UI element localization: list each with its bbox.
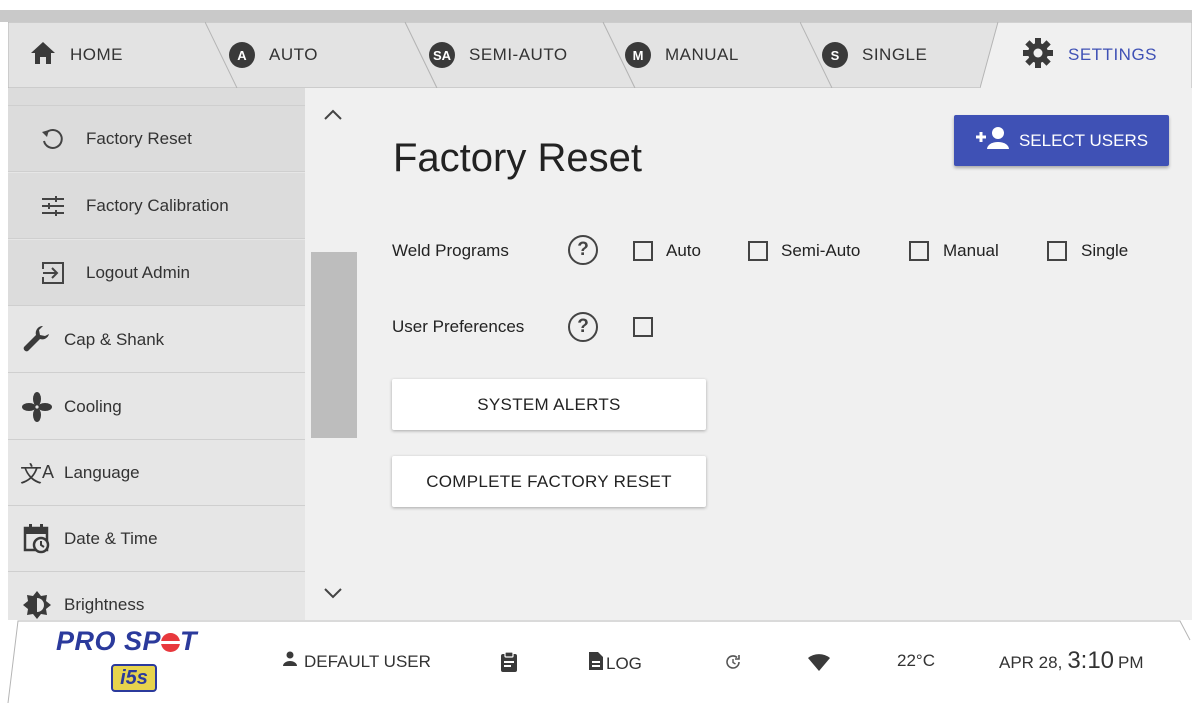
translate-icon: 文A [19, 461, 55, 487]
home-icon [30, 41, 56, 70]
brightness-icon [20, 588, 54, 621]
sidebar-item-label: Cooling [64, 396, 122, 416]
sidebar-item-date-time[interactable]: Date & Time [8, 506, 305, 572]
weld-manual-checkbox[interactable] [909, 241, 929, 261]
scrollbar-thumb[interactable] [311, 252, 357, 438]
tab-home-label: HOME [70, 45, 123, 64]
user-icon [282, 651, 298, 672]
weld-programs-help-icon[interactable]: ? [568, 235, 598, 265]
system-alerts-button[interactable]: SYSTEM ALERTS [392, 379, 706, 430]
i5s-logo: i5s [111, 664, 157, 692]
sidebar-item-label: Cap & Shank [64, 329, 165, 349]
weld-programs-label: Weld Programs [392, 241, 509, 260]
log-label: LOG [606, 653, 642, 673]
document-icon [588, 651, 604, 676]
wrench-icon [20, 323, 54, 357]
tab-settings-label: SETTINGS [1068, 45, 1158, 64]
ampm-label: PM [1118, 653, 1144, 672]
sidebar-item-language[interactable]: 文A Language [8, 440, 305, 506]
sidebar-item-logout-admin[interactable]: Logout Admin [8, 240, 305, 306]
select-users-label: SELECT USERS [1018, 130, 1149, 150]
auto-badge-icon: A [229, 42, 255, 68]
history-icon[interactable] [724, 653, 742, 676]
fan-icon [20, 390, 54, 424]
sidebar-item-label: Logout Admin [86, 262, 190, 282]
weld-semi-auto-label: Semi-Auto [781, 241, 861, 260]
log-button[interactable]: LOG [588, 651, 642, 676]
user-preferences-label: User Preferences [392, 317, 525, 336]
temperature: 22°C [897, 651, 935, 670]
weld-single-label: Single [1081, 241, 1129, 260]
status-bar: PRO SP T i5s DEFAULT USER LOG 22°C APR 28… [0, 620, 1192, 703]
tab-home[interactable]: HOME [8, 22, 238, 88]
add-user-icon [975, 126, 1011, 155]
sidebar-item-factory-reset[interactable]: Factory Reset [8, 106, 305, 172]
weld-manual-label: Manual [943, 241, 999, 260]
weld-auto-label: Auto [666, 241, 701, 260]
reset-icon [36, 122, 70, 156]
logo-dot-icon [161, 633, 181, 652]
settings-sidebar: Factory Reset Factory Calibration Logout… [8, 88, 305, 620]
manual-badge-icon: M [625, 42, 651, 68]
date-label: APR 28, [999, 653, 1063, 672]
page-title: Factory Reset [393, 136, 642, 180]
scroll-down-icon[interactable] [323, 586, 343, 604]
tab-auto-label: AUTO [269, 45, 318, 64]
single-badge-icon: S [822, 42, 848, 68]
gear-icon [1022, 37, 1054, 74]
tab-single-label: SINGLE [862, 45, 928, 64]
tab-bar: HOME A AUTO SA SEMI-AUTO M MANUAL S SING… [0, 0, 1192, 88]
tab-manual-label: MANUAL [665, 45, 739, 64]
date-time: APR 28, 3:10 PM [999, 647, 1144, 675]
sidebar-item-brightness[interactable]: Brightness [8, 572, 305, 620]
sidebar-item-label: Language [64, 462, 140, 482]
sidebar-item-partial[interactable] [8, 88, 305, 106]
tab-manual[interactable]: M MANUAL [603, 22, 833, 88]
sidebar-item-label: Factory Reset [86, 128, 192, 148]
factory-reset-panel: Factory Reset SELECT USERS Weld Programs… [363, 88, 1192, 620]
pro-spot-logo: PRO SP T [56, 626, 198, 656]
sidebar-item-label: Brightness [64, 594, 145, 614]
tab-semi-auto[interactable]: SA SEMI-AUTO [405, 22, 635, 88]
current-user[interactable]: DEFAULT USER [282, 651, 431, 672]
tab-settings[interactable]: SETTINGS [980, 22, 1192, 88]
current-user-label: DEFAULT USER [304, 651, 431, 671]
sidebar-item-cap-shank[interactable]: Cap & Shank [8, 307, 305, 373]
user-preferences-help-icon[interactable]: ? [568, 312, 598, 342]
tab-bar-top-strip [0, 10, 1192, 22]
tab-semi-auto-label: SEMI-AUTO [469, 45, 568, 64]
sidebar-item-label: Date & Time [64, 528, 158, 548]
sidebar-item-label: Factory Calibration [86, 195, 229, 215]
weld-semi-auto-checkbox[interactable] [748, 241, 768, 261]
calendar-clock-icon [20, 522, 54, 556]
sidebar-scrollbar[interactable] [305, 88, 363, 620]
time-label: 3:10 [1067, 647, 1115, 674]
clipboard-icon[interactable] [500, 651, 518, 678]
logout-icon [36, 256, 70, 290]
wifi-icon[interactable] [807, 654, 831, 677]
weld-auto-checkbox[interactable] [633, 241, 653, 261]
weld-single-checkbox[interactable] [1047, 241, 1067, 261]
complete-factory-reset-button[interactable]: COMPLETE FACTORY RESET [392, 456, 706, 507]
semi-auto-badge-icon: SA [429, 42, 455, 68]
sliders-icon [36, 189, 70, 223]
select-users-button[interactable]: SELECT USERS [954, 115, 1169, 166]
user-preferences-checkbox[interactable] [633, 317, 653, 337]
scroll-up-icon[interactable] [323, 108, 343, 126]
sidebar-item-cooling[interactable]: Cooling [8, 374, 305, 440]
sidebar-item-factory-calibration[interactable]: Factory Calibration [8, 173, 305, 239]
